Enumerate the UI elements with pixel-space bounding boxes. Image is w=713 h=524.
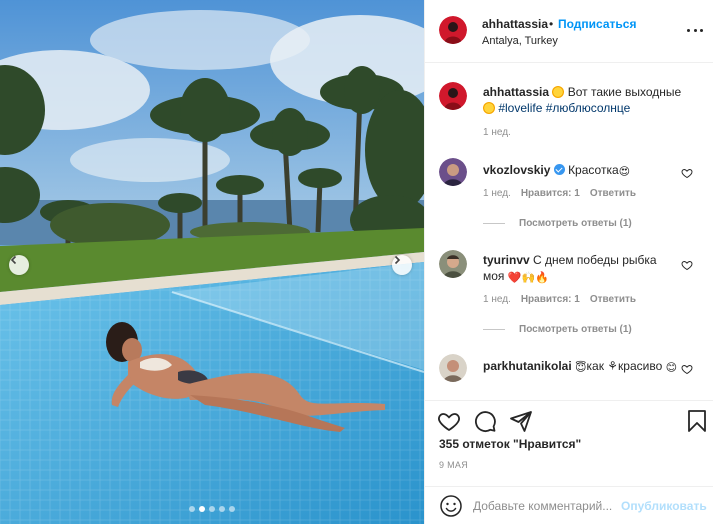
comment-input[interactable] — [473, 496, 619, 516]
comment-time[interactable]: 1 нед. — [483, 188, 511, 199]
view-replies-label: Посмотреть ответы (1) — [519, 218, 632, 229]
comment-meta: 1 нед. Нравится: 1 Ответить — [483, 294, 636, 305]
comment-text: tyurinvv С днем победы рыбка моя ❤️🙌🔥 — [483, 252, 681, 286]
sun-emoji-icon — [552, 86, 565, 98]
comment-emoji: 😇 — [575, 362, 587, 374]
comment-likes[interactable]: Нравится: 1 — [521, 294, 580, 305]
comment-body: Красотка — [568, 163, 619, 177]
commenter-avatar[interactable] — [439, 158, 467, 186]
comment-emoji: 😍 — [618, 166, 631, 178]
more-icon[interactable] — [687, 22, 703, 38]
verified-icon — [553, 164, 565, 175]
post-photo[interactable] — [0, 0, 424, 524]
comment-body: как ⚘красиво — [586, 359, 663, 373]
caption-username[interactable]: ahhattassia — [483, 85, 549, 99]
heart-icon[interactable] — [681, 259, 693, 271]
comment-username[interactable]: vkozlovskiy — [483, 163, 550, 177]
author-avatar[interactable] — [439, 82, 467, 110]
caption-body: Вот такие выходные — [567, 85, 682, 99]
post-panel: ahhattassia • Подписаться Antalya, Turke… — [424, 0, 713, 524]
reply-button[interactable]: Ответить — [590, 188, 636, 199]
replies-divider — [483, 329, 505, 330]
heart-icon[interactable] — [681, 167, 693, 179]
comment-username[interactable]: parkhutanikolai — [483, 359, 572, 373]
caption-meta: 1 нед. — [483, 127, 511, 138]
carousel-dot — [229, 506, 235, 512]
comment-text: vkozlovskiy Красотка😍 — [483, 162, 683, 180]
post-header: ahhattassia • Подписаться Antalya, Turke… — [425, 0, 713, 63]
reply-button[interactable]: Ответить — [590, 294, 636, 305]
heart-icon[interactable] — [681, 363, 693, 375]
carousel-dot-active — [199, 506, 205, 512]
comments-list[interactable]: ahhattassia Вот такие выходные #lovelife… — [425, 64, 713, 400]
hashtag-link[interactable]: #lovelife — [498, 101, 542, 115]
comment-emoji: 😊 — [665, 362, 678, 374]
smile-icon[interactable] — [439, 494, 463, 518]
likes-count[interactable]: 355 отметок "Нравится" — [439, 437, 581, 451]
comment-likes[interactable]: Нравится: 1 — [521, 188, 580, 199]
chevron-right-icon — [394, 255, 401, 265]
carousel-prev-button[interactable] — [9, 255, 29, 275]
post-actions: 355 отметок "Нравится" 9 МАЯ — [425, 400, 713, 488]
photo-image — [0, 0, 424, 524]
caption-text: ahhattassia Вот такие выходные #lovelife… — [483, 84, 693, 116]
add-comment-bar: Опубликовать — [425, 486, 713, 524]
comment-time[interactable]: 1 нед. — [483, 294, 511, 305]
carousel-indicator — [0, 506, 424, 512]
carousel-dot — [219, 506, 225, 512]
publish-button[interactable]: Опубликовать — [621, 499, 707, 513]
comment-text: parkhutanikolai 😇как ⚘красиво 😊 — [483, 358, 681, 376]
comment-meta: 1 нед. Нравится: 1 Ответить — [483, 188, 636, 199]
view-replies-button[interactable]: Посмотреть ответы (1) — [483, 324, 632, 335]
author-avatar[interactable] — [439, 16, 467, 44]
caption-time[interactable]: 1 нед. — [483, 127, 511, 138]
follow-button[interactable]: Подписаться — [558, 17, 636, 31]
author-username[interactable]: ahhattassia — [482, 17, 548, 31]
post-date[interactable]: 9 МАЯ — [439, 460, 468, 470]
sun-emoji-icon — [483, 102, 495, 114]
replies-divider — [483, 223, 505, 224]
carousel-dot — [189, 506, 195, 512]
carousel-next-button[interactable] — [392, 255, 412, 275]
carousel-dot — [209, 506, 215, 512]
view-replies-label: Посмотреть ответы (1) — [519, 324, 632, 335]
comment-icon[interactable] — [473, 409, 497, 433]
post-location[interactable]: Antalya, Turkey — [482, 35, 558, 47]
bookmark-icon[interactable] — [685, 409, 709, 433]
view-replies-button[interactable]: Посмотреть ответы (1) — [483, 218, 632, 229]
comment-username[interactable]: tyurinvv — [483, 253, 530, 267]
hashtag-link[interactable]: #люблюсолнце — [546, 101, 631, 115]
commenter-avatar[interactable] — [439, 250, 467, 278]
comment-emoji: ❤️🙌🔥 — [507, 272, 549, 284]
chevron-left-icon — [10, 255, 17, 265]
heart-icon[interactable] — [437, 409, 461, 433]
commenter-avatar[interactable] — [439, 354, 467, 382]
separator-dot: • — [549, 17, 554, 31]
share-icon[interactable] — [509, 409, 533, 433]
